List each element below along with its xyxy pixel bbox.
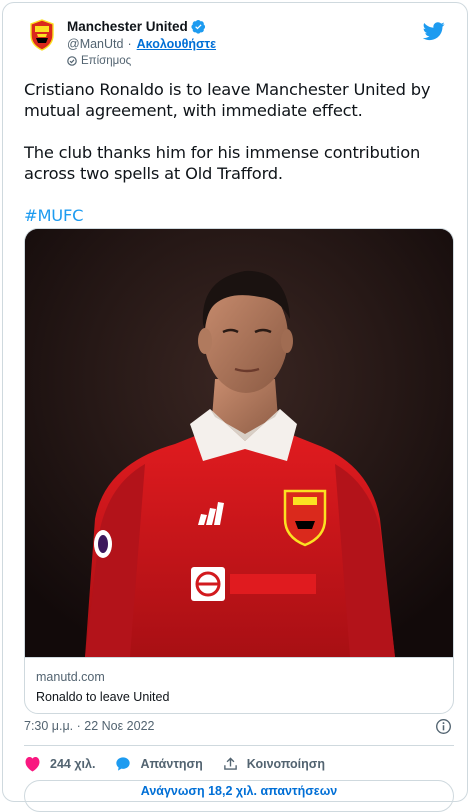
share-button[interactable]: Κοινοποίηση xyxy=(223,756,325,772)
hashtag-link[interactable]: #MUFC xyxy=(24,206,84,225)
link-card[interactable]: manutd.com Ronaldo to leave United xyxy=(24,228,454,714)
link-card-meta[interactable]: manutd.com Ronaldo to leave United xyxy=(25,657,453,713)
tweet-paragraph: The club thanks him for his immense cont… xyxy=(24,143,421,183)
twitter-bird-icon[interactable] xyxy=(423,20,445,42)
like-button[interactable]: 244 χιλ. xyxy=(24,756,95,772)
heart-icon xyxy=(25,756,40,772)
display-name[interactable]: Manchester United xyxy=(67,19,188,34)
reply-bubble-icon xyxy=(116,757,131,771)
verified-badge-icon xyxy=(191,19,205,34)
share-icon xyxy=(223,757,237,770)
info-icon[interactable] xyxy=(435,718,452,735)
account-handle[interactable]: @ManUtd xyxy=(67,37,123,51)
like-count: 244 χιλ. xyxy=(50,757,96,771)
handle-separator: · xyxy=(127,37,132,51)
official-label: Επίσημος xyxy=(81,54,132,67)
link-card-image[interactable] xyxy=(25,229,453,657)
link-card-domain: manutd.com xyxy=(36,670,105,684)
action-divider xyxy=(24,745,454,746)
link-card-title: Ronaldo to leave United xyxy=(36,690,170,704)
share-label: Κοινοποίηση xyxy=(246,757,325,771)
tweet-timestamp[interactable]: 7:30 μ.μ. · 22 Νοε 2022 xyxy=(24,719,154,733)
reply-label: Απάντηση xyxy=(140,757,203,771)
tweet-paragraph: Cristiano Ronaldo is to leave Manchester… xyxy=(24,80,431,120)
tweet-card: Manchester United @ManUtd · Ακολουθήστε … xyxy=(2,2,468,812)
club-crest-icon[interactable] xyxy=(24,17,60,53)
account-names: Manchester United @ManUtd · Ακολουθήστε … xyxy=(67,17,216,68)
reply-button[interactable]: Απάντηση xyxy=(115,756,203,772)
official-label-icon xyxy=(67,55,77,66)
tweet-text: Cristiano Ronaldo is to leave Manchester… xyxy=(24,79,454,247)
follow-link[interactable]: Ακολουθήστε xyxy=(137,37,216,51)
tweet-actions: 244 χιλ. Απάντηση Κοινοποίηση xyxy=(24,754,345,774)
read-replies-button[interactable]: Ανάγνωση 18,2 χιλ. απαντήσεων xyxy=(24,780,454,812)
tweet-header: Manchester United @ManUtd · Ακολουθήστε … xyxy=(24,17,453,68)
